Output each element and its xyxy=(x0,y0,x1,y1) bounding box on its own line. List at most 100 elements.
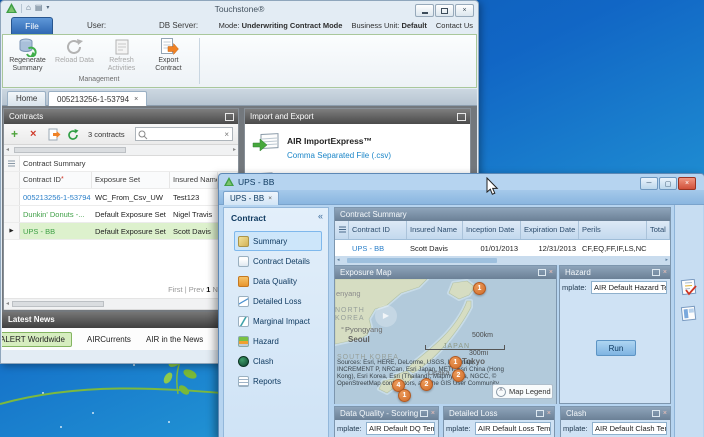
clear-search-icon[interactable]: × xyxy=(224,129,229,140)
table-row[interactable]: 005213256-1-53794 WC_From_Csv_UW Test123 xyxy=(4,189,238,206)
exposure-marker[interactable]: 1 xyxy=(398,389,411,402)
maximize-panel-icon[interactable] xyxy=(420,410,428,417)
exposure-marker[interactable]: 2 xyxy=(420,378,433,391)
close-panel-icon[interactable]: × xyxy=(663,269,667,276)
maximize-panel-icon[interactable] xyxy=(652,410,660,417)
restore-button[interactable]: ▢ xyxy=(659,177,677,190)
sidebar-item-summary[interactable]: Summary xyxy=(234,231,322,251)
close-panel-icon[interactable]: × xyxy=(547,410,551,417)
float-panel-icon[interactable] xyxy=(225,113,234,121)
template-label: mplate: xyxy=(337,424,362,433)
csv-import-link[interactable]: Comma Separated File (.csv) xyxy=(287,151,391,160)
collapse-sidebar-icon[interactable]: « xyxy=(318,211,323,221)
tab-close-icon[interactable]: × xyxy=(134,93,138,107)
contracts-hscrollbar-bottom[interactable]: ◂ ▸ xyxy=(4,298,238,310)
child-titlebar[interactable]: UPS - BB ─ ▢ × xyxy=(219,174,704,190)
loss-template-dropdown[interactable]: AIR Default Loss Template xyxy=(475,422,551,435)
contact-us-link[interactable]: Contact Us xyxy=(436,21,473,30)
exposure-marker[interactable]: 1 xyxy=(473,282,486,295)
contract-id-link[interactable]: UPS - BB xyxy=(349,244,407,253)
contracts-search-input[interactable] xyxy=(149,128,219,140)
reload-data-button: Reload Data xyxy=(52,36,97,75)
summary-hscrollbar[interactable]: ◂ ▸ xyxy=(335,256,670,265)
contracts-hscrollbar-top[interactable]: ◂ ▸ xyxy=(4,145,238,156)
scroll-left-icon[interactable]: ◂ xyxy=(6,300,9,307)
import-export-header[interactable]: Import and Export xyxy=(245,109,470,124)
mouse-cursor xyxy=(486,177,499,196)
contract-id-link[interactable]: UPS - BB xyxy=(20,227,92,236)
col-insured-name[interactable]: Insured Name xyxy=(170,172,218,188)
close-button[interactable]: × xyxy=(455,4,474,17)
contract-id-link[interactable]: 005213256-1-53794 xyxy=(20,193,92,202)
col-contract-id[interactable]: Contract ID* xyxy=(20,172,92,188)
data-quality-scoring-header[interactable]: Data Quality - Scoring × xyxy=(335,407,438,420)
news-item[interactable]: AIR in the News xyxy=(146,335,203,344)
maximize-panel-icon[interactable] xyxy=(652,269,660,276)
scrollbar-thumb[interactable] xyxy=(14,147,126,153)
summary-row[interactable]: UPS - BB Scott Davis 01/01/2013 12/31/20… xyxy=(335,240,670,256)
sidebar-item-data-quality[interactable]: Data Quality xyxy=(234,271,322,291)
file-tab[interactable]: File xyxy=(11,17,53,34)
export-contract-button[interactable]: Export Contract xyxy=(146,36,191,75)
layout-icon[interactable] xyxy=(680,305,698,323)
news-item-alert[interactable]: ALERT Worldwide xyxy=(2,332,72,347)
news-item[interactable]: AIRCurrents xyxy=(87,335,131,344)
tab-contract[interactable]: 005213256-1-53794 × xyxy=(48,91,147,107)
sidebar-item-detailed-loss[interactable]: Detailed Loss xyxy=(234,291,322,311)
run-button[interactable]: Run xyxy=(596,340,636,356)
exposure-map[interactable]: ▶ enyang NORTH KOREA Pyongyang Seoul SOU… xyxy=(335,279,556,404)
close-panel-icon[interactable]: × xyxy=(663,410,667,417)
detailed-loss-header[interactable]: Detailed Loss × xyxy=(444,407,554,420)
scroll-right-icon[interactable]: ▸ xyxy=(665,257,668,263)
export-contracts-icon[interactable] xyxy=(48,128,61,141)
scroll-left-icon[interactable]: ◂ xyxy=(337,257,340,263)
basemap-watermark-icon: ▶ xyxy=(375,305,397,327)
field-chooser-icon[interactable] xyxy=(335,221,349,239)
sidebar-item-contract-details[interactable]: Contract Details xyxy=(234,251,322,271)
maximize-panel-icon[interactable] xyxy=(536,410,544,417)
tab-close-icon[interactable]: × xyxy=(268,195,272,202)
exposure-marker[interactable]: 2 xyxy=(452,369,465,382)
table-row-selected[interactable]: ▶ UPS - BB Default Exposure Set Scott Da… xyxy=(4,223,238,240)
close-panel-icon[interactable]: × xyxy=(549,269,553,276)
table-row[interactable]: Dunkin' Donuts -... Default Exposure Set… xyxy=(4,206,238,223)
contracts-panel-header[interactable]: Contracts xyxy=(4,109,238,124)
restore-button[interactable] xyxy=(435,4,454,17)
float-panel-icon[interactable] xyxy=(457,113,466,121)
scroll-right-icon[interactable]: ▸ xyxy=(233,146,236,153)
field-chooser-icon[interactable] xyxy=(4,156,20,171)
contract-summary-header[interactable]: Contract Summary xyxy=(335,208,670,221)
dq-template-dropdown[interactable]: AIR Default DQ Template xyxy=(366,422,435,435)
sidebar-item-clash[interactable]: Clash xyxy=(234,351,322,371)
exposure-marker[interactable]: 1 xyxy=(449,356,462,369)
add-contract-button[interactable]: + xyxy=(11,127,18,141)
tab-home[interactable]: Home xyxy=(7,91,46,106)
regenerate-summary-button[interactable]: Regenerate Summary xyxy=(5,36,50,75)
exposure-map-header[interactable]: Exposure Map × xyxy=(335,266,556,279)
sidebar-item-marginal-impact[interactable]: Marginal Impact xyxy=(234,311,322,331)
scrollbar-thumb[interactable] xyxy=(12,301,104,307)
close-panel-icon[interactable]: × xyxy=(431,410,435,417)
scroll-left-icon[interactable]: ◂ xyxy=(6,146,9,153)
maximize-panel-icon[interactable] xyxy=(538,269,546,276)
sidebar-item-reports[interactable]: Reports xyxy=(234,371,322,391)
tab-ups-bb[interactable]: UPS - BB × xyxy=(223,191,279,205)
scrollbar-thumb[interactable] xyxy=(347,258,497,263)
hazard-template-dropdown[interactable]: AIR Default Hazard Templ xyxy=(591,281,667,294)
map-legend-button[interactable]: ˄ Map Legend xyxy=(492,384,553,399)
hazard-header[interactable]: Hazard × xyxy=(560,266,670,279)
ribbon-tab-row: File User: DB Server: Mode: Underwriting… xyxy=(1,17,478,34)
close-button[interactable]: × xyxy=(678,177,696,190)
delete-contract-button[interactable]: × xyxy=(30,128,36,140)
minimize-button[interactable]: ─ xyxy=(640,177,658,190)
refresh-contracts-icon[interactable] xyxy=(67,128,80,141)
clash-header[interactable]: Clash × xyxy=(561,407,670,420)
clash-template-dropdown[interactable]: AIR Default Clash Templat xyxy=(592,422,667,435)
col-exposure-set[interactable]: Exposure Set xyxy=(92,172,170,188)
search-icon xyxy=(138,130,148,140)
sidebar-item-hazard[interactable]: Hazard xyxy=(234,331,322,351)
minimize-button[interactable] xyxy=(415,4,434,17)
contract-id-link[interactable]: Dunkin' Donuts -... xyxy=(20,210,92,219)
main-titlebar[interactable]: ⌂ ▤ ▾ Touchstone® × xyxy=(1,1,478,17)
activity-log-icon[interactable] xyxy=(680,279,698,297)
